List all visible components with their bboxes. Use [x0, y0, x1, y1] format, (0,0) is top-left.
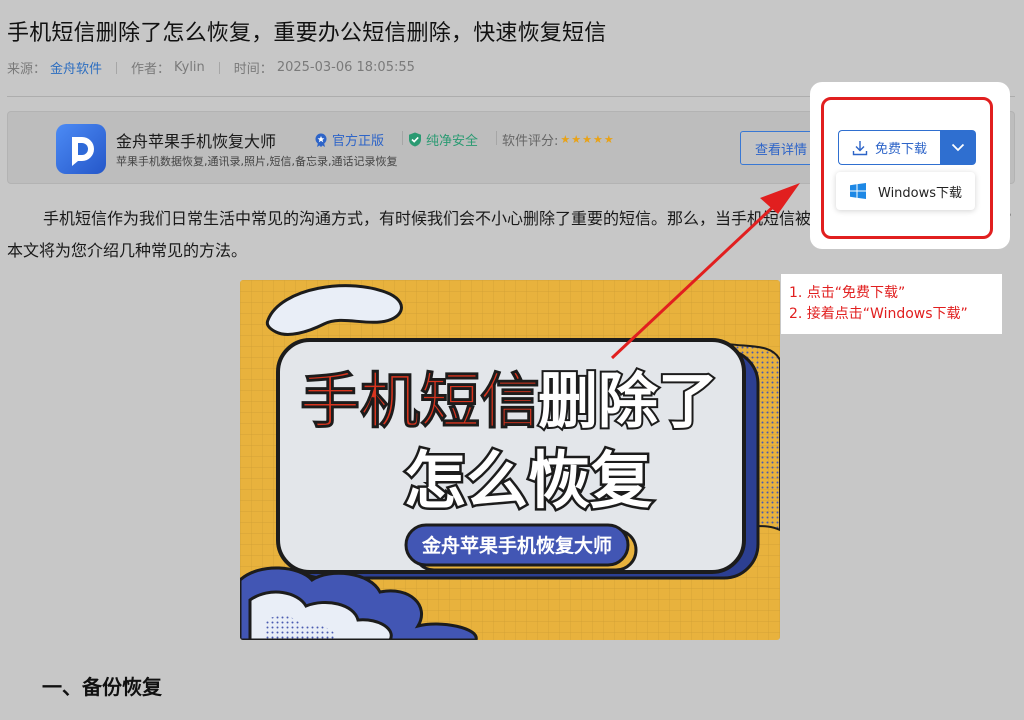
official-seal-icon — [315, 133, 327, 147]
banner-subheadline: 怎么恢复 — [404, 447, 652, 516]
official-badge: 官方正版 — [314, 130, 384, 149]
article-banner-image: 手机短信 删除了 怎么恢复 金舟苹果手机恢复大师 — [240, 280, 780, 640]
meta-divider — [218, 61, 220, 74]
app-name[interactable]: 金舟苹果手机恢复大师 — [116, 128, 276, 152]
safe-badge-label: 纯净安全 — [426, 134, 479, 149]
banner-headline-white: 删除了 — [538, 368, 718, 435]
meta-divider — [116, 61, 118, 74]
article-meta: 来源： 金舟软件 作者： Kylin 时间： 2025-03-06 18:05:… — [7, 58, 415, 77]
rating-label: 软件评分: — [502, 134, 559, 149]
source-label: 来源： — [7, 62, 47, 77]
app-logo-icon — [56, 124, 106, 174]
time-label: 时间： — [233, 62, 273, 77]
instruction-step-2: 2. 接着点击“Windows下载” — [789, 306, 968, 322]
badge-divider — [496, 131, 497, 145]
highlight-frame — [821, 97, 993, 239]
source-link[interactable]: 金舟软件 — [50, 58, 102, 77]
shield-check-icon — [409, 132, 421, 147]
instruction-note: 1. 点击“免费下载” 2. 接着点击“Windows下载” — [781, 274, 1002, 334]
banner-headline-red: 手机短信 — [300, 368, 540, 435]
time-value: 2025-03-06 18:05:55 — [276, 60, 415, 75]
section-heading: 一、备份恢复 — [42, 675, 162, 699]
software-rating: 软件评分: ★★★★★ — [502, 130, 615, 149]
badge-divider — [402, 131, 403, 145]
official-badge-label: 官方正版 — [332, 134, 385, 149]
author-label: 作者： — [131, 62, 171, 77]
article-title: 手机短信删除了怎么恢复，重要办公短信删除，快速恢复短信 — [7, 21, 607, 46]
instruction-step-1: 1. 点击“免费下载” — [789, 285, 906, 301]
rating-stars-icon: ★★★★★ — [560, 133, 615, 146]
safe-badge: 纯净安全 — [408, 130, 478, 149]
author-value: Kylin — [174, 60, 205, 75]
banner-pill-text: 金舟苹果手机恢复大师 — [421, 534, 612, 557]
app-description: 苹果手机数据恢复,通讯录,照片,短信,备忘录,通话记录恢复 — [116, 155, 398, 168]
